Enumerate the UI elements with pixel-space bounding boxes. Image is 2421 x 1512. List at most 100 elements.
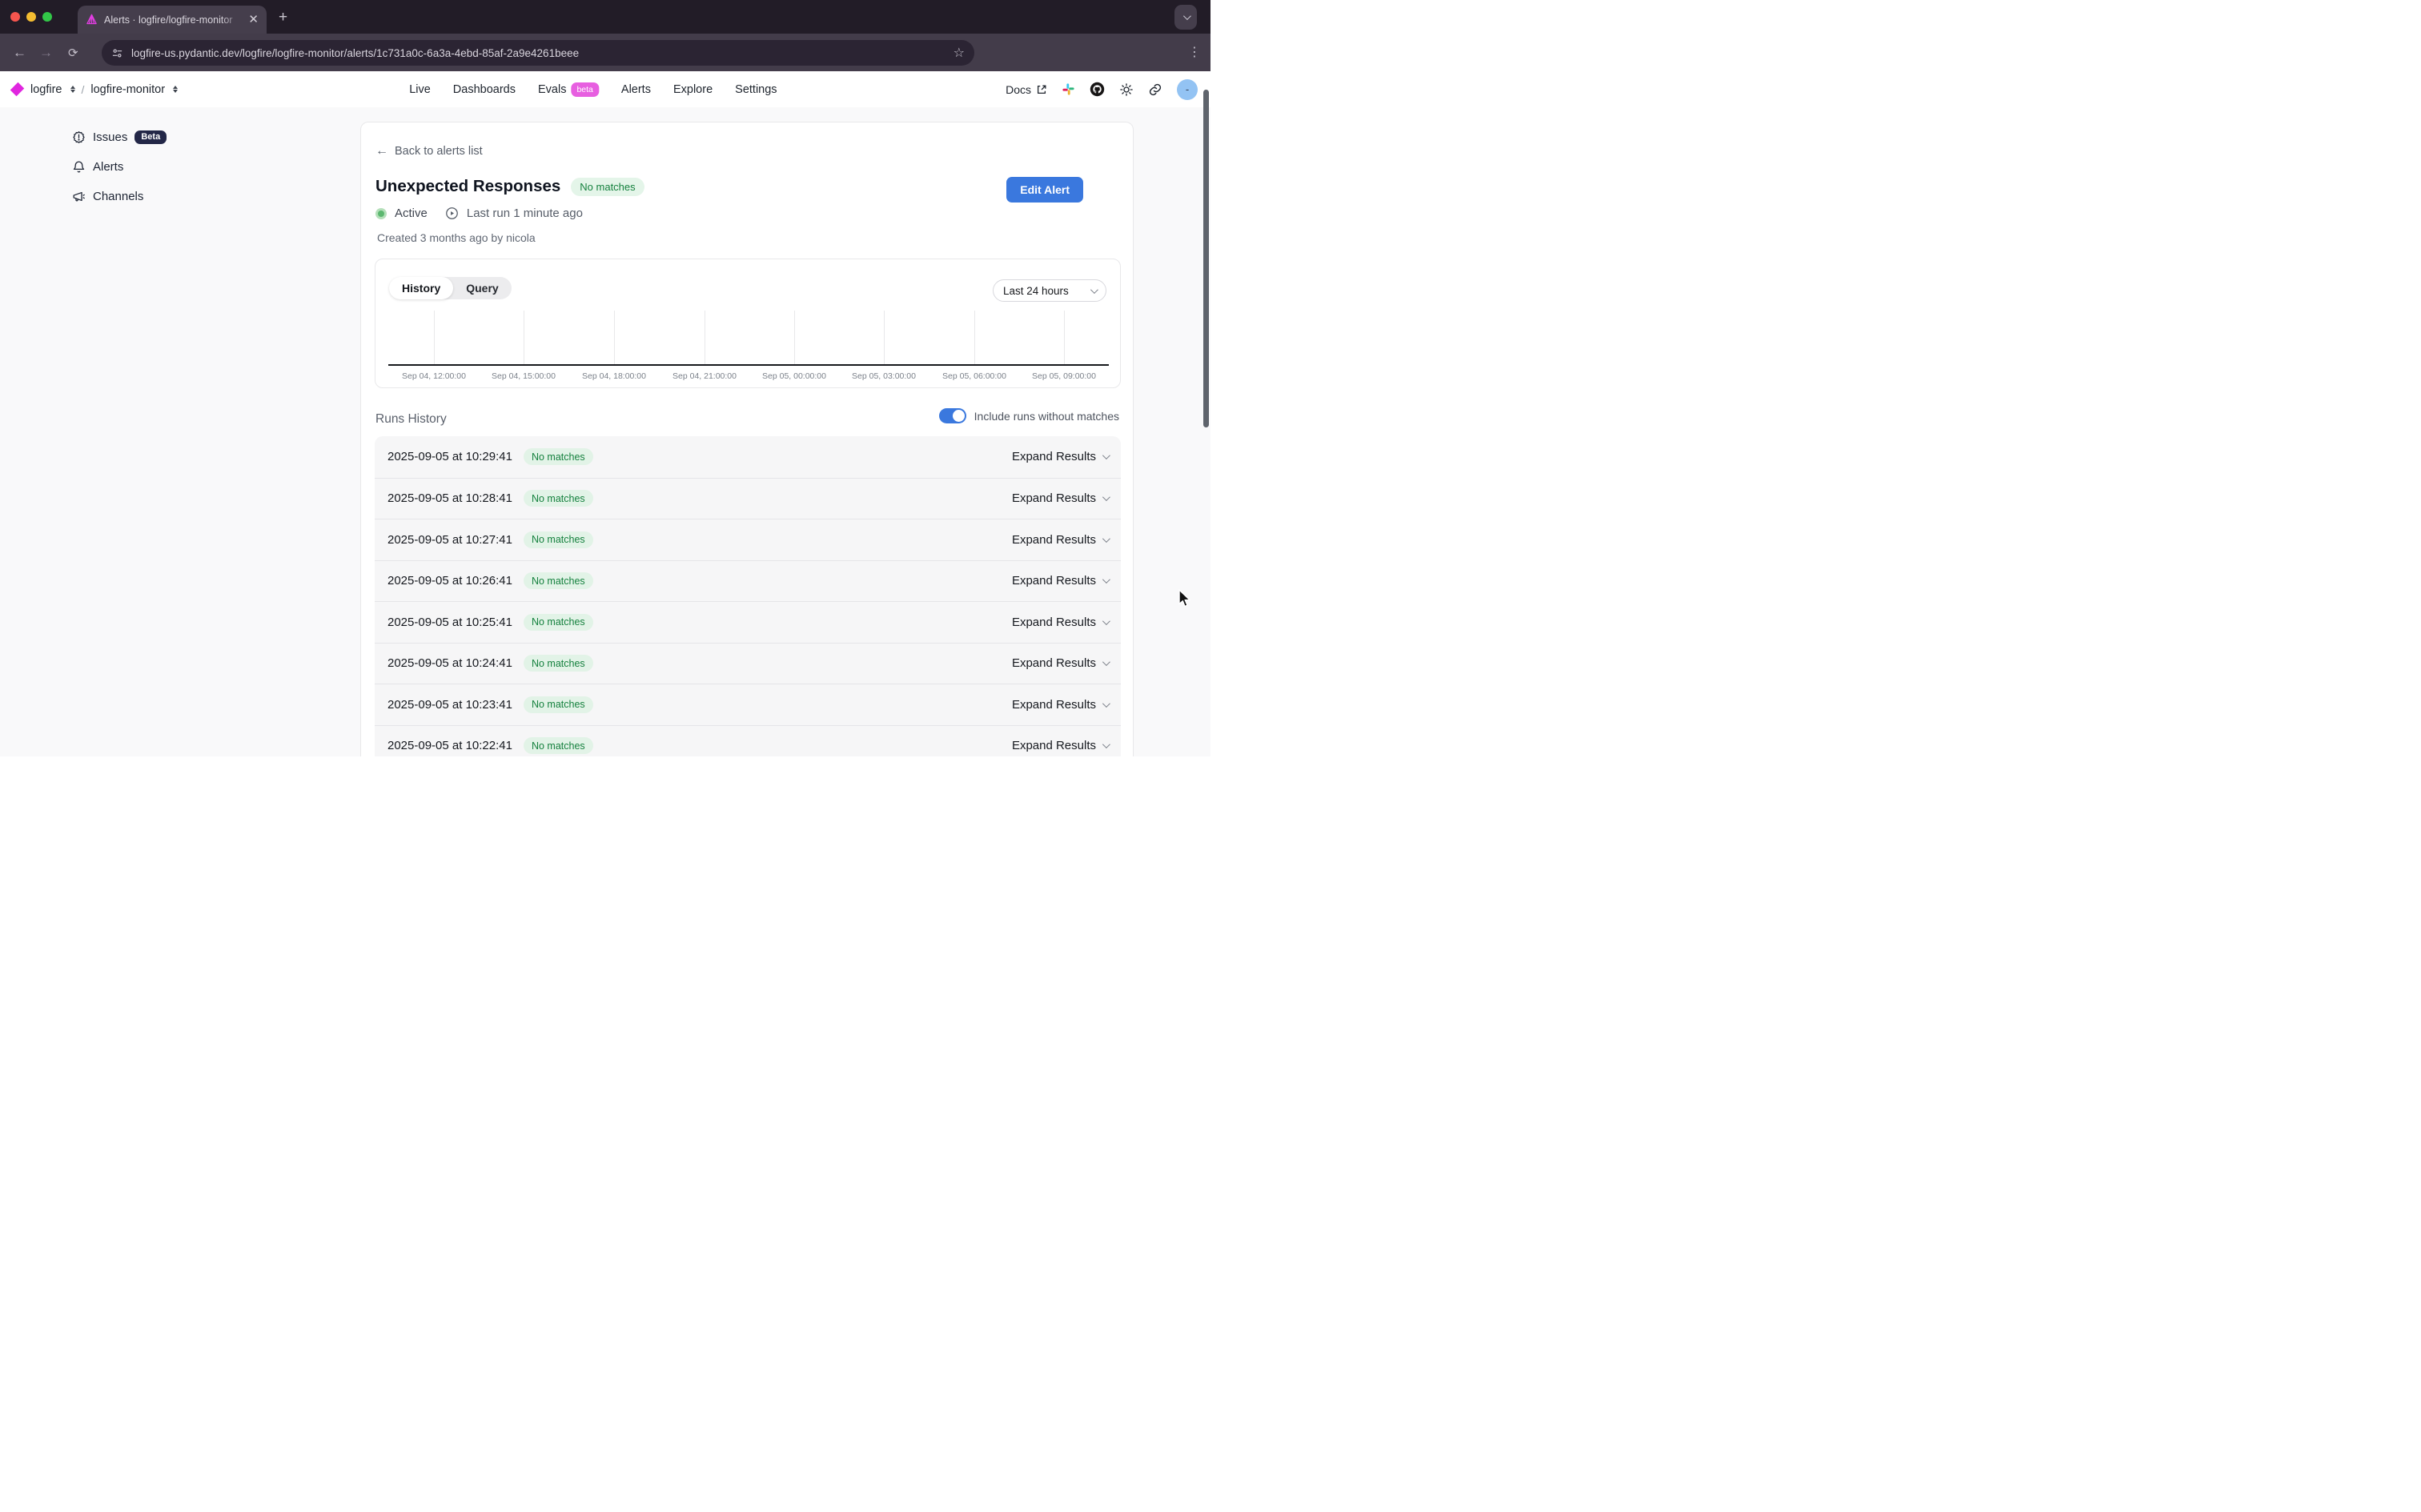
site-info-icon[interactable] <box>111 47 123 59</box>
address-bar[interactable]: logfire-us.pydantic.dev/logfire/logfire-… <box>102 40 974 66</box>
mouse-cursor <box>1178 589 1192 608</box>
created-by-label: Created 3 months ago by nicola <box>377 231 536 244</box>
run-status-badge: No matches <box>524 614 593 631</box>
expand-results-button[interactable]: Expand Results <box>1012 491 1108 505</box>
expand-results-button[interactable]: Expand Results <box>1012 533 1108 547</box>
sidebar-item-channels[interactable]: Channels <box>72 186 312 207</box>
theme-sun-icon[interactable] <box>1119 82 1134 97</box>
nav-explore[interactable]: Explore <box>673 83 713 96</box>
x-tick: Sep 05, 03:00:00 <box>852 371 916 381</box>
run-status-badge: No matches <box>524 655 593 672</box>
runs-history-heading: Runs History <box>375 412 447 427</box>
tab-query[interactable]: Query <box>453 277 511 299</box>
sidebar-item-issues[interactable]: Issues Beta <box>72 126 312 147</box>
history-chart-card: History Query Last 24 hours Sep 04, 12:0… <box>375 259 1121 388</box>
run-status-badge: No matches <box>524 696 593 713</box>
share-link-icon[interactable] <box>1148 82 1162 97</box>
run-timestamp: 2025-09-05 at 10:26:41 <box>387 574 512 588</box>
run-status-badge: No matches <box>524 490 593 507</box>
nav-alerts[interactable]: Alerts <box>621 83 651 96</box>
chevron-down-icon <box>1182 12 1190 20</box>
run-status-badge: No matches <box>524 531 593 548</box>
page-scrollbar[interactable] <box>1203 90 1209 427</box>
sidebar-item-alerts[interactable]: Alerts <box>72 156 312 177</box>
selector-updown-icon[interactable] <box>70 86 75 93</box>
window-minimize-button[interactable] <box>26 12 36 22</box>
nav-settings[interactable]: Settings <box>735 83 777 96</box>
selector-updown-icon[interactable] <box>173 86 178 93</box>
window-close-button[interactable] <box>10 12 20 22</box>
sidebar: Issues Beta Alerts Channels <box>72 126 312 215</box>
app-header: logfire / logfire-monitor Live Dashboard… <box>0 71 1210 107</box>
run-row: 2025-09-05 at 10:24:41 No matches Expand… <box>375 643 1121 684</box>
time-range-select[interactable]: Last 24 hours <box>993 279 1106 302</box>
run-timestamp: 2025-09-05 at 10:28:41 <box>387 491 512 505</box>
github-icon[interactable] <box>1090 82 1105 97</box>
x-tick: Sep 04, 12:00:00 <box>402 371 466 381</box>
megaphone-icon <box>72 190 86 203</box>
toggle-knob <box>953 410 965 422</box>
user-avatar[interactable]: - <box>1177 79 1198 100</box>
run-timestamp: 2025-09-05 at 10:24:41 <box>387 656 512 670</box>
browser-tab-strip: Alerts · logfire/logfire-monitor ✕ + <box>0 0 1210 34</box>
browser-tab[interactable]: Alerts · logfire/logfire-monitor ✕ <box>78 6 267 34</box>
run-row: 2025-09-05 at 10:26:41 No matches Expand… <box>375 560 1121 602</box>
run-timestamp: 2025-09-05 at 10:25:41 <box>387 616 512 629</box>
history-query-tabs: History Query <box>389 277 512 299</box>
logfire-logo-icon <box>10 82 25 97</box>
gridline <box>884 311 885 364</box>
expand-results-button[interactable]: Expand Results <box>1012 656 1108 670</box>
nav-evals[interactable]: Evalsbeta <box>538 82 599 97</box>
run-timestamp: 2025-09-05 at 10:23:41 <box>387 698 512 712</box>
title-row: Unexpected Responses No matches <box>375 177 644 196</box>
back-arrow-icon: ← <box>375 144 388 158</box>
include-runs-toggle[interactable] <box>939 408 966 423</box>
breadcrumb: logfire / logfire-monitor <box>13 71 178 107</box>
bookmark-star-icon[interactable]: ☆ <box>954 45 965 61</box>
tab-history[interactable]: History <box>389 277 453 299</box>
sidebar-item-label: Issues <box>93 130 127 144</box>
runs-history-list: 2025-09-05 at 10:29:41 No matches Expand… <box>375 436 1121 756</box>
sidebar-item-label: Alerts <box>93 160 123 174</box>
active-label: Active <box>395 207 428 220</box>
slack-icon[interactable] <box>1062 82 1075 96</box>
docs-link[interactable]: Docs <box>1006 83 1047 96</box>
include-runs-toggle-label: Include runs without matches <box>974 410 1119 423</box>
play-circle-icon <box>445 207 459 220</box>
expand-results-button[interactable]: Expand Results <box>1012 450 1108 463</box>
chevron-down-icon <box>1102 451 1110 459</box>
expand-results-button[interactable]: Expand Results <box>1012 574 1108 588</box>
project-selector[interactable]: logfire-monitor <box>90 83 165 96</box>
tab-search-button[interactable] <box>1174 5 1197 30</box>
run-row: 2025-09-05 at 10:28:41 No matches Expand… <box>375 478 1121 519</box>
browser-reload-button[interactable]: ⟳ <box>68 46 78 60</box>
expand-results-button[interactable]: Expand Results <box>1012 616 1108 629</box>
run-row: 2025-09-05 at 10:25:41 No matches Expand… <box>375 601 1121 643</box>
chevron-down-icon <box>1090 286 1098 294</box>
nav-live[interactable]: Live <box>409 83 431 96</box>
header-actions: Docs - <box>1006 71 1198 107</box>
nav-dashboards[interactable]: Dashboards <box>453 83 516 96</box>
browser-forward-button[interactable]: → <box>39 45 53 61</box>
seal-exclamation-icon <box>72 130 86 144</box>
window-zoom-button[interactable] <box>42 12 52 22</box>
gridline <box>794 311 795 364</box>
new-tab-button[interactable]: + <box>279 9 287 26</box>
meta-row: Active Last run 1 minute ago <box>375 207 583 220</box>
edit-alert-button[interactable]: Edit Alert <box>1006 177 1083 203</box>
expand-results-button[interactable]: Expand Results <box>1012 698 1108 712</box>
main-nav: Live Dashboards Evalsbeta Alerts Explore… <box>409 71 777 107</box>
run-row: 2025-09-05 at 10:23:41 No matches Expand… <box>375 684 1121 725</box>
url-text: logfire-us.pydantic.dev/logfire/logfire-… <box>131 47 946 59</box>
expand-results-button[interactable]: Expand Results <box>1012 739 1108 752</box>
browser-back-button[interactable]: ← <box>13 45 26 61</box>
run-timestamp: 2025-09-05 at 10:22:41 <box>387 739 512 752</box>
browser-menu-icon[interactable]: ⋮ <box>1188 44 1201 60</box>
run-timestamp: 2025-09-05 at 10:29:41 <box>387 450 512 463</box>
run-row: 2025-09-05 at 10:27:41 No matches Expand… <box>375 519 1121 560</box>
x-tick: Sep 05, 09:00:00 <box>1032 371 1096 381</box>
back-to-alerts-link[interactable]: ← Back to alerts list <box>375 144 483 158</box>
org-selector[interactable]: logfire <box>30 83 62 96</box>
tab-close-icon[interactable]: ✕ <box>248 14 259 26</box>
chevron-down-icon <box>1102 740 1110 748</box>
